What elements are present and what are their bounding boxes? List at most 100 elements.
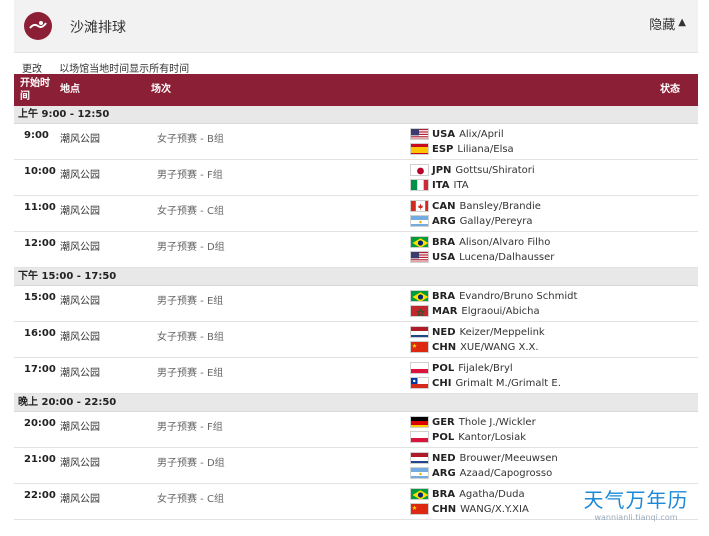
team-player-names: Gallay/Pereyra	[459, 215, 533, 227]
team-entry: NED Keizer/Meppelink	[410, 325, 545, 339]
flag-bra-icon	[410, 236, 429, 248]
flag-pol-icon	[410, 362, 429, 374]
match-time: 15:00	[24, 292, 56, 303]
table-row[interactable]: 20:00 潮风公园 男子预赛 - F组 GER Thole J./Wickler POL…	[14, 412, 698, 448]
flag-ned-icon	[410, 326, 429, 338]
table-row[interactable]: 17:00 潮风公园 男子预赛 - E组 POL Fijalek/Bryl CHI Grim…	[14, 358, 698, 394]
table-row[interactable]: 16:00 潮风公园 女子预赛 - B组 NED Keizer/Meppelink CHN…	[14, 322, 698, 358]
team-country-code: CAN	[432, 200, 456, 212]
team-entry: ESP Liliana/Elsa	[410, 142, 514, 156]
time-section-header: 晚上 20:00 - 22:50	[14, 394, 698, 412]
team-player-names: Liliana/Elsa	[457, 143, 514, 155]
team-player-names: XUE/WANG X.X.	[460, 341, 539, 353]
flag-arg-icon	[410, 215, 429, 227]
match-time: 20:00	[24, 418, 56, 429]
match-event: 男子预赛 - F组	[157, 170, 223, 181]
team-country-code: GER	[432, 416, 455, 428]
team-player-names: Alix/April	[459, 128, 504, 140]
match-event: 男子预赛 - D组	[157, 242, 225, 253]
team-player-names: Evandro/Bruno Schmidt	[459, 290, 578, 302]
match-time: 16:00	[24, 328, 56, 339]
flag-jpn-icon	[410, 164, 429, 176]
match-venue: 潮风公园	[60, 170, 100, 181]
team-entry: CAN Bansley/Brandie	[410, 199, 541, 213]
team-player-names: ITA	[453, 179, 469, 191]
team-country-code: USA	[432, 128, 456, 140]
team-country-code: ARG	[432, 467, 456, 479]
team-country-code: BRA	[432, 290, 456, 302]
schedule-table: 开始时间 地点 场次 状态 上午 9:00 - 12:50 9:00 潮风公园 女子预…	[14, 74, 698, 520]
table-row[interactable]: 15:00 潮风公园 男子预赛 - E组 BRA Evandro/Bruno Schmi…	[14, 286, 698, 322]
team-player-names: Brouwer/Meeuwsen	[459, 452, 558, 464]
match-event: 男子预赛 - E组	[157, 296, 224, 307]
team-entry: BRA Agatha/Duda	[410, 487, 525, 501]
match-event: 女子预赛 - C组	[157, 494, 224, 505]
hide-label: 隐藏	[649, 18, 676, 33]
flag-mar-icon	[410, 305, 429, 317]
chevron-up-icon: ▲	[678, 17, 686, 28]
team-country-code: BRA	[432, 236, 456, 248]
table-row[interactable]: 9:00 潮风公园 女子预赛 - B组 USA Alix/April ESP Liliana…	[14, 124, 698, 160]
team-entry: BRA Alison/Alvaro Filho	[410, 235, 550, 249]
sport-header: 沙滩排球 隐藏 ▲	[14, 0, 698, 53]
flag-chi-icon	[410, 377, 429, 389]
team-entry: ARG Gallay/Pereyra	[410, 214, 533, 228]
team-entry: CHN XUE/WANG X.X.	[410, 340, 539, 354]
match-event: 女子预赛 - B组	[157, 134, 224, 145]
team-entry: ARG Azaad/Capogrosso	[410, 466, 552, 480]
hide-toggle-button[interactable]: 隐藏 ▲	[649, 14, 686, 33]
column-venue: 地点	[60, 84, 80, 95]
team-entry: GER Thole J./Wickler	[410, 415, 536, 429]
team-entry: USA Lucena/Dalhausser	[410, 250, 554, 264]
match-venue: 潮风公园	[60, 368, 100, 379]
match-venue: 潮风公园	[60, 242, 100, 253]
team-entry: USA Alix/April	[410, 127, 504, 141]
team-country-code: NED	[432, 452, 456, 464]
team-player-names: Kantor/Losiak	[458, 431, 526, 443]
match-venue: 潮风公园	[60, 494, 100, 505]
table-row[interactable]: 10:00 潮风公园 男子预赛 - F组 JPN Gottsu/Shiratori ITA…	[14, 160, 698, 196]
team-country-code: USA	[432, 251, 456, 263]
team-player-names: Gottsu/Shiratori	[455, 164, 535, 176]
timezone-bar: 更改 以场馆当地时间显示所有时间	[22, 60, 203, 75]
team-country-code: BRA	[432, 488, 456, 500]
match-time: 11:00	[24, 202, 56, 213]
team-player-names: Elgraoui/Abicha	[461, 305, 540, 317]
match-time: 12:00	[24, 238, 56, 249]
time-section-header: 下午 15:00 - 17:50	[14, 268, 698, 286]
match-venue: 潮风公园	[60, 206, 100, 217]
team-country-code: ITA	[432, 179, 450, 191]
match-time: 21:00	[24, 454, 56, 465]
table-row[interactable]: 12:00 潮风公园 男子预赛 - D组 BRA Alison/Alvaro Filho…	[14, 232, 698, 268]
team-country-code: POL	[432, 362, 455, 374]
team-country-code: ESP	[432, 143, 454, 155]
table-row[interactable]: 11:00 潮风公园 女子预赛 - C组 CAN Bansley/Brandie ARG G…	[14, 196, 698, 232]
match-time: 9:00	[24, 130, 49, 141]
flag-ita-icon	[410, 179, 429, 191]
team-player-names: Thole J./Wickler	[458, 416, 536, 428]
table-row[interactable]: 21:00 潮风公园 男子预赛 - D组 NED Brouwer/Meeuwsen ARG…	[14, 448, 698, 484]
team-country-code: POL	[432, 431, 455, 443]
column-status: 状态	[660, 84, 680, 95]
team-entry: POL Kantor/Losiak	[410, 430, 526, 444]
team-country-code: MAR	[432, 305, 458, 317]
match-event: 男子预赛 - D组	[157, 458, 225, 469]
flag-bra-icon	[410, 488, 429, 500]
flag-chn-icon	[410, 341, 429, 353]
team-player-names: Grimalt M./Grimalt E.	[455, 377, 561, 389]
flag-ger-icon	[410, 416, 429, 428]
team-entry: ITA ITA	[410, 178, 469, 192]
match-event: 女子预赛 - B组	[157, 332, 224, 343]
team-player-names: Azaad/Capogrosso	[459, 467, 553, 479]
team-country-code: CHN	[432, 341, 457, 353]
flag-pol-icon	[410, 431, 429, 443]
team-country-code: ARG	[432, 215, 456, 227]
flag-chn-icon	[410, 503, 429, 515]
table-body: 上午 9:00 - 12:50 9:00 潮风公园 女子预赛 - B组 USA Alix/…	[14, 106, 698, 520]
team-country-code: CHI	[432, 377, 452, 389]
team-player-names: Lucena/Dalhausser	[459, 251, 555, 263]
flag-esp-icon	[410, 143, 429, 155]
column-event: 场次	[151, 84, 171, 95]
flag-can-icon	[410, 200, 429, 212]
table-header: 开始时间 地点 场次 状态	[14, 74, 698, 106]
